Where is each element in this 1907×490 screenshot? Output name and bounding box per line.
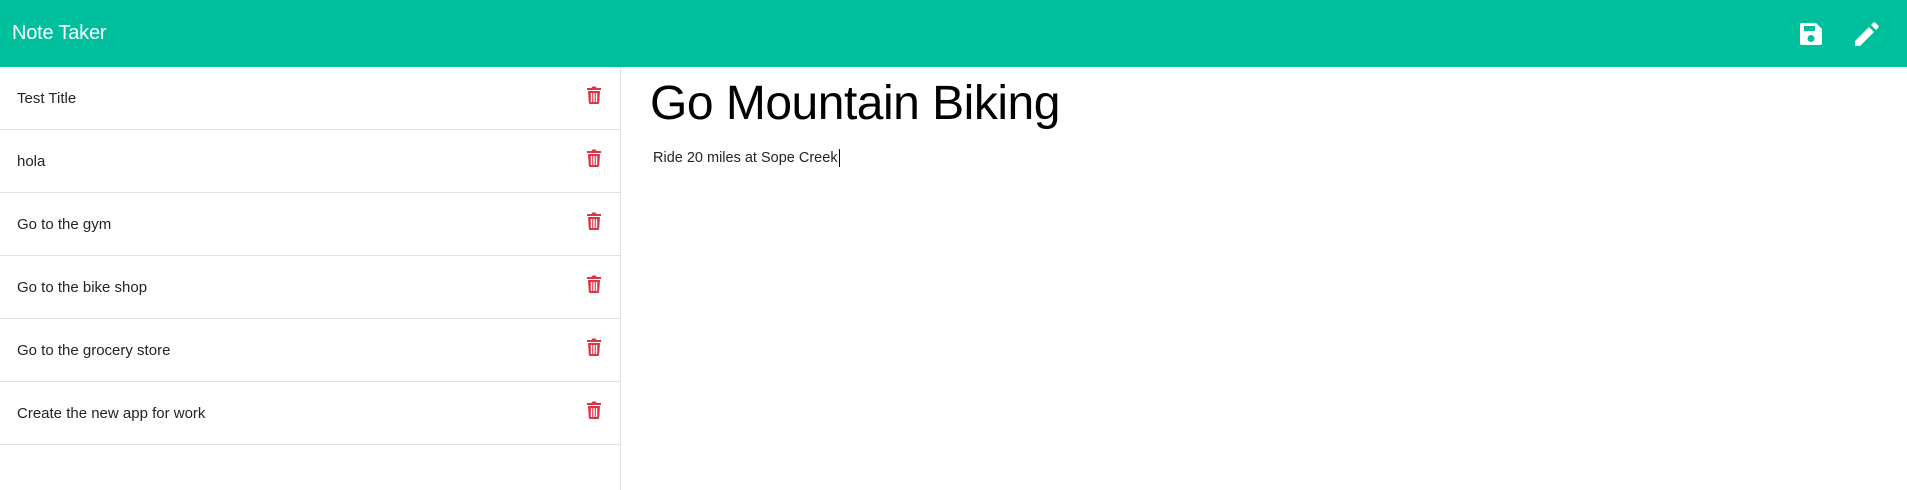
list-item[interactable]: Test Title [0,67,620,130]
list-item[interactable]: Go to the grocery store [0,319,620,382]
text-cursor [838,148,840,167]
note-title: Create the new app for work [17,404,206,422]
save-note-button[interactable] [1783,0,1839,67]
note-title: Go to the grocery store [17,341,171,359]
delete-note-button[interactable] [586,85,602,105]
list-item[interactable]: hola [0,130,620,193]
note-text: Ride 20 miles at Sope Creek [653,149,838,166]
delete-note-button[interactable] [586,211,602,231]
list-item[interactable]: Go to the bike shop [0,256,620,319]
trash-icon [587,149,601,167]
trash-icon [587,212,601,230]
delete-note-button[interactable] [586,274,602,294]
app-title[interactable]: Note Taker [12,22,107,45]
note-title: hola [17,152,46,170]
delete-note-button[interactable] [586,148,602,168]
note-editor: Go Mountain Biking Ride 20 miles at Sope… [622,67,1907,490]
trash-icon [587,401,601,419]
note-title: Go to the gym [17,215,112,233]
navbar: Note Taker [0,0,1907,67]
delete-note-button[interactable] [586,400,602,420]
new-note-button[interactable] [1839,0,1895,67]
note-title: Go to the bike shop [17,278,148,296]
trash-icon [587,86,601,104]
save-icon [1800,22,1822,45]
list-item[interactable]: Go to the gym [0,193,620,256]
note-list: Test Title hola Go to the gym Go to the … [0,67,621,490]
delete-note-button[interactable] [586,337,602,357]
list-item[interactable]: Create the new app for work [0,382,620,445]
note-title-input[interactable]: Go Mountain Biking [650,77,1879,131]
toolbar [1783,0,1895,67]
trash-icon [587,275,601,293]
pencil-icon [1855,21,1879,46]
note-text-area[interactable]: Ride 20 miles at Sope Creek [653,148,1879,167]
note-title: Test Title [17,89,77,107]
trash-icon [587,338,601,356]
